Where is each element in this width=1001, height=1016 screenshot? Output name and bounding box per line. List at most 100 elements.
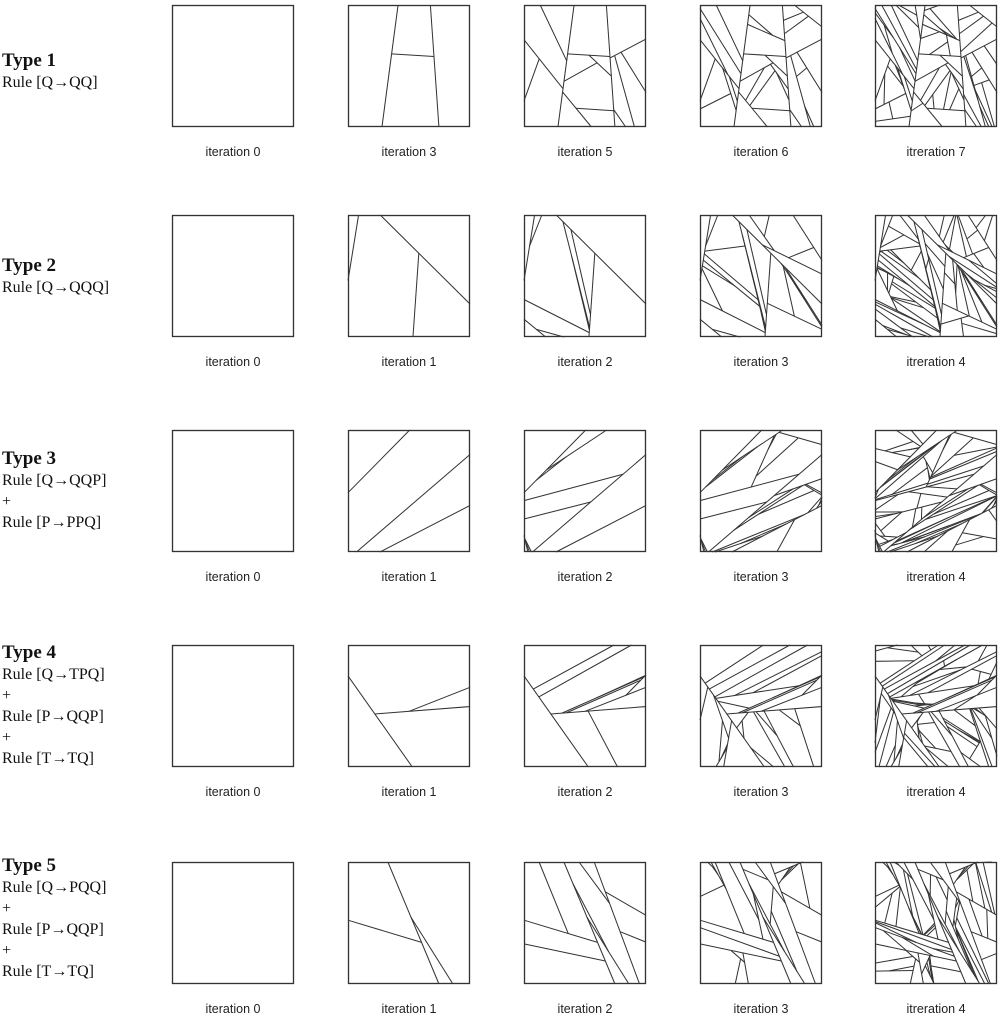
subdivision-drawing (700, 862, 822, 984)
iteration-caption: itreration 4 (856, 355, 1001, 369)
row-label-type-1: Type 1Rule [Q→QQ] (2, 50, 98, 93)
square-boundary (701, 646, 822, 767)
iteration-caption: itreration 4 (856, 570, 1001, 584)
iteration-caption: iteration 2 (505, 570, 665, 584)
rule-text: Rule [T→TQ] (2, 961, 106, 982)
square-boundary (525, 216, 646, 337)
subdivision-panel (700, 430, 822, 552)
square-boundary (876, 431, 997, 552)
subdivision-drawing (524, 5, 646, 127)
square-boundary (701, 431, 822, 552)
subdivision-panel (875, 5, 997, 127)
square-boundary (701, 863, 822, 984)
rule-plus: + (2, 898, 106, 919)
square-boundary (173, 6, 294, 127)
iteration-caption: iteration 2 (505, 355, 665, 369)
iteration-caption: iteration 3 (681, 1002, 841, 1016)
rule-text: Rule [Q→QQP] (2, 470, 106, 491)
subdivision-panel (875, 215, 997, 337)
rule-plus: + (2, 491, 106, 512)
subdivision-panel (348, 5, 470, 127)
row-label-type-5: Type 5Rule [Q→PQQ]+Rule [P→QQP]+Rule [T→… (2, 855, 106, 982)
rule-text: Rule [T→TQ] (2, 748, 105, 769)
iteration-caption: iteration 0 (153, 1002, 313, 1016)
rule-text: Rule [P→QQP] (2, 706, 105, 727)
subdivision-panel (524, 430, 646, 552)
type-title: Type 4 (2, 642, 105, 664)
square-boundary (349, 6, 470, 127)
subdivision-drawing (875, 430, 997, 552)
type-title: Type 3 (2, 448, 106, 470)
subdivision-edge (875, 530, 876, 538)
subdivision-drawing (348, 5, 470, 127)
subdivision-panel (700, 862, 822, 984)
subdivision-panel (348, 862, 470, 984)
square-boundary (349, 646, 470, 767)
subdivision-drawing (875, 645, 997, 767)
iteration-caption: iteration 3 (681, 785, 841, 799)
rule-text: Rule [Q→QQQ] (2, 277, 109, 298)
square-boundary (525, 646, 646, 767)
subdivision-panel (348, 645, 470, 767)
iteration-caption: iteration 5 (505, 145, 665, 159)
subdivision-panel (524, 5, 646, 127)
subdivision-panel (172, 215, 294, 337)
iteration-caption: iteration 0 (153, 355, 313, 369)
subdivision-drawing (700, 215, 822, 337)
iteration-caption: iteration 3 (681, 355, 841, 369)
iteration-caption: iteration 0 (153, 570, 313, 584)
iteration-caption: iteration 0 (153, 785, 313, 799)
subdivision-panel (172, 430, 294, 552)
subdivision-panel (700, 5, 822, 127)
square-boundary (349, 431, 470, 552)
subdivision-drawing (524, 430, 646, 552)
subdivision-panel (700, 645, 822, 767)
iteration-caption: iteration 2 (505, 1002, 665, 1016)
type-title: Type 2 (2, 255, 109, 277)
square-boundary (349, 863, 470, 984)
rule-text: Rule [Q→QQ] (2, 72, 98, 93)
subdivision-drawing (348, 645, 470, 767)
subdivision-drawing (172, 215, 294, 337)
square-boundary (525, 863, 646, 984)
subdivision-drawing (172, 430, 294, 552)
iteration-caption: iteration 0 (153, 145, 313, 159)
subdivision-drawing (348, 430, 470, 552)
rule-plus: + (2, 727, 105, 748)
row-label-type-3: Type 3Rule [Q→QQP]+Rule [P→PPQ] (2, 448, 106, 533)
rule-text: Rule [Q→PQQ] (2, 877, 106, 898)
row-label-type-4: Type 4Rule [Q→TPQ]+Rule [P→QQP]+Rule [T→… (2, 642, 105, 769)
iteration-caption: iteration 1 (329, 355, 489, 369)
subdivision-panel (524, 215, 646, 337)
rule-text: Rule [P→QQP] (2, 919, 106, 940)
iteration-caption: iteration 1 (329, 1002, 489, 1016)
subdivision-edge (875, 971, 913, 972)
subdivision-panel (524, 645, 646, 767)
subdivision-panel (524, 862, 646, 984)
subdivision-panel (700, 215, 822, 337)
square-boundary (349, 216, 470, 337)
subdivision-panel (172, 5, 294, 127)
type-title: Type 5 (2, 855, 106, 877)
iteration-caption: iteration 3 (681, 570, 841, 584)
square-boundary (173, 646, 294, 767)
square-boundary (173, 216, 294, 337)
subdivision-drawing (524, 645, 646, 767)
subdivision-edge (875, 661, 914, 662)
iteration-caption: itreration 4 (856, 1002, 1001, 1016)
square-boundary (173, 863, 294, 984)
subdivision-drawing (348, 862, 470, 984)
row-label-type-2: Type 2Rule [Q→QQQ] (2, 255, 109, 298)
type-title: Type 1 (2, 50, 98, 72)
subdivision-panel (172, 862, 294, 984)
rule-plus: + (2, 940, 106, 961)
subdivision-drawing (524, 215, 646, 337)
iteration-caption: iteration 6 (681, 145, 841, 159)
subdivision-drawing (875, 215, 997, 337)
subdivision-drawing (348, 215, 470, 337)
rule-text: Rule [P→PPQ] (2, 512, 106, 533)
subdivision-panel (172, 645, 294, 767)
iteration-caption: iteration 1 (329, 785, 489, 799)
square-boundary (173, 431, 294, 552)
subdivision-edge (976, 862, 992, 863)
